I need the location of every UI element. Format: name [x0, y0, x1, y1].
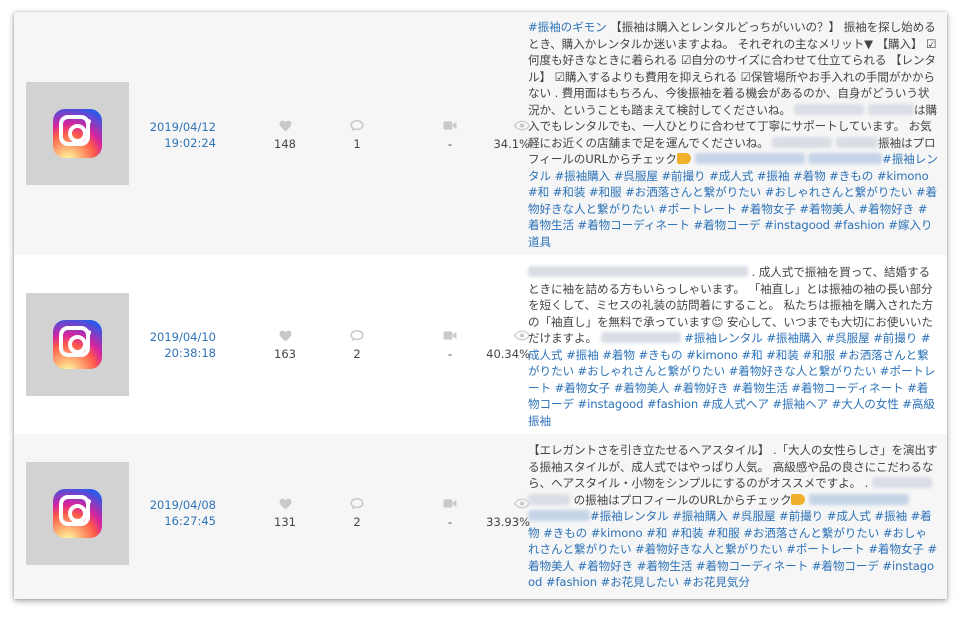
comments-stat: 2	[327, 330, 387, 361]
comment-icon	[327, 120, 387, 134]
comment-icon	[327, 330, 387, 344]
table-row: 2019/04/10 20:38:18 163 2 - 40.34% . 成人式…	[14, 255, 947, 435]
post-list: 2019/04/12 19:02:24 148 1 - 34.1% #振袖のギモ…	[14, 12, 947, 599]
redacted-text	[835, 136, 878, 148]
heart-icon	[255, 498, 315, 512]
post-datetime: 2019/04/12 19:02:24	[134, 119, 216, 151]
heart-icon	[255, 330, 315, 344]
likes-stat: 131	[255, 498, 315, 529]
video-stat: -	[420, 120, 480, 151]
post-caption: . 成人式で振袖を買って、結婚するときに袖を詰める方もいらっしゃいます。 「袖直…	[528, 264, 938, 429]
caption-text	[691, 152, 695, 166]
post-thumbnail[interactable]	[26, 82, 129, 185]
eye-icon	[480, 120, 530, 134]
comments-stat: 2	[327, 498, 387, 529]
post-datetime: 2019/04/08 16:27:45	[134, 497, 216, 529]
post-date: 2019/04/08	[149, 498, 216, 512]
redacted-text	[528, 266, 748, 277]
video-camera-icon	[420, 330, 480, 344]
post-thumbnail[interactable]	[26, 462, 129, 565]
redacted-text	[871, 477, 932, 488]
video-camera-icon	[420, 120, 480, 134]
redacted-text	[600, 332, 681, 343]
pointing-hand-icon	[676, 153, 691, 164]
redacted-text	[528, 510, 590, 521]
likes-stat: 163	[255, 330, 315, 361]
heart-icon	[255, 120, 315, 134]
post-thumbnail[interactable]	[26, 293, 129, 396]
hashtag-link[interactable]: #振袖レンタル #振袖購入 #呉服屋 #前撮り #成人式 #振袖 #着物 #きも…	[528, 152, 938, 249]
post-datetime: 2019/04/10 20:38:18	[134, 329, 216, 361]
video-stat: -	[420, 498, 480, 529]
redacted-text	[694, 153, 805, 164]
hashtag-link[interactable]: #振袖レンタル #振袖購入 #呉服屋 #前撮り #成人式 #振袖 #着物 #きも…	[528, 509, 937, 589]
comment-icon	[327, 498, 387, 512]
post-date: 2019/04/12	[149, 120, 216, 134]
redacted-text	[528, 493, 570, 505]
eye-icon	[480, 498, 530, 512]
post-time: 16:27:45	[164, 514, 216, 528]
video-stat: -	[420, 330, 480, 361]
post-caption: 【エレガントさを引き立たせるヘアスタイル】 .「大人の女性らしさ」を演出する振袖…	[528, 442, 938, 591]
caption-text: の振袖はプロフィールのURLからチェック	[570, 492, 792, 507]
instagram-icon	[53, 320, 102, 369]
hashtag-link[interactable]: #振袖レンタル #振袖購入 #呉服屋 #前撮り #成人式 #振袖 #着物 #きも…	[528, 331, 936, 428]
redacted-text	[808, 153, 883, 164]
engagement-stat: 40.34%	[480, 330, 530, 361]
likes-stat: 148	[255, 120, 315, 151]
pointing-hand-icon	[791, 493, 806, 505]
redacted-text	[772, 136, 833, 148]
post-time: 20:38:18	[164, 346, 216, 360]
post-time: 19:02:24	[164, 136, 216, 150]
redacted-text	[809, 493, 910, 505]
eye-icon	[480, 330, 530, 344]
instagram-icon	[53, 109, 102, 158]
caption-text: 【振袖は購入とレンタルどっちがいいの？】 振袖を探し始めるとき、購入かレンタルか…	[528, 20, 937, 117]
video-camera-icon	[420, 498, 480, 512]
engagement-stat: 33.93%	[480, 498, 530, 529]
instagram-icon	[53, 489, 102, 538]
table-row: 2019/04/08 16:27:45 131 2 - 33.93% 【エレガン…	[14, 434, 947, 599]
post-caption: #振袖のギモン 【振袖は購入とレンタルどっちがいいの？】 振袖を探し始めるとき、…	[528, 19, 938, 250]
post-date: 2019/04/10	[149, 330, 216, 344]
table-row: 2019/04/12 19:02:24 148 1 - 34.1% #振袖のギモ…	[14, 12, 947, 256]
engagement-stat: 34.1%	[480, 120, 530, 151]
redacted-text	[868, 103, 915, 115]
redacted-text	[794, 103, 865, 115]
hashtag-link[interactable]: #振袖のギモン	[528, 20, 607, 34]
comments-stat: 1	[327, 120, 387, 151]
